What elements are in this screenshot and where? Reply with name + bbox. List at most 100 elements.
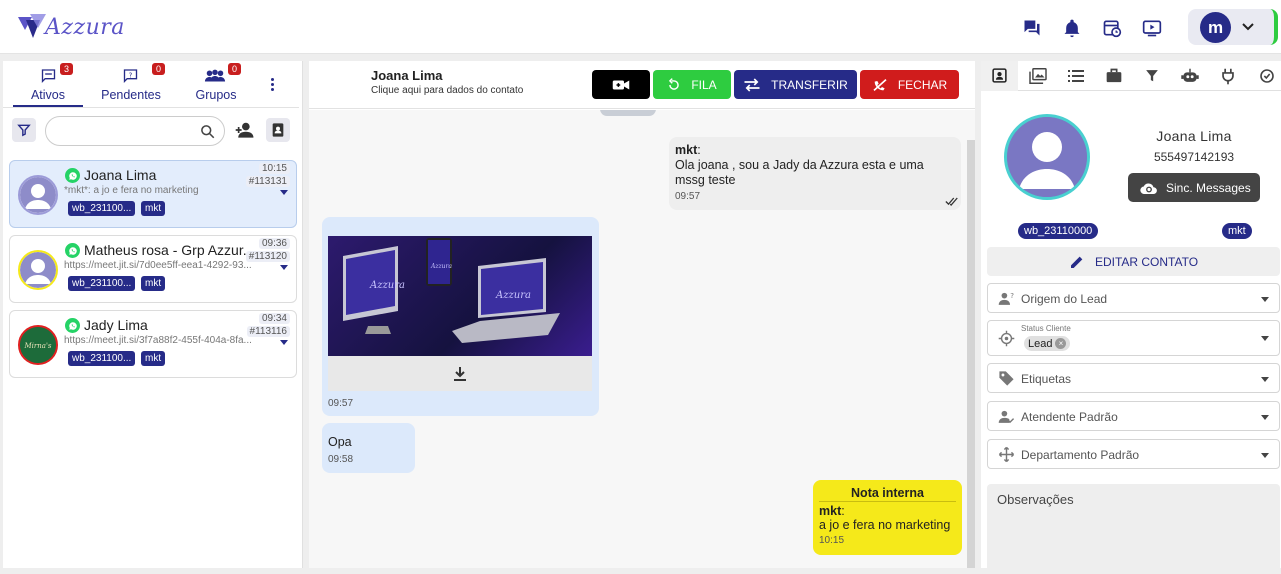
profile-menu[interactable]: m (1188, 9, 1278, 45)
tab-grupos[interactable]: 0 Grupos (183, 61, 249, 107)
tickets-panel: 3 Ativos ? 0 Pendentes 0 Grupos Joana Li… (3, 61, 303, 568)
message-text: Ola joana , sou a Jady da Azzura esta e … (675, 158, 924, 187)
connection-tag: wb_23110000 (1018, 223, 1099, 239)
filter-button[interactable] (12, 118, 36, 142)
ticket-item[interactable]: Matheus rosa - Grp Azzur... https://meet… (9, 235, 297, 303)
svg-text:Mirna's: Mirna's (24, 342, 52, 350)
cloud-sync-icon (1140, 183, 1157, 194)
queue-button[interactable]: FILA (653, 70, 731, 99)
contact-name: Joana Lima (1156, 128, 1232, 144)
search-field[interactable] (56, 122, 196, 140)
tab-media[interactable] (1019, 61, 1056, 91)
video-call-button[interactable] (592, 70, 650, 99)
avatar (18, 250, 58, 290)
queue-tag: mkt (141, 276, 166, 291)
tab-grupos-label: Grupos (195, 88, 237, 102)
person-question-icon: ? (998, 291, 1014, 305)
search-icon[interactable] (200, 124, 215, 139)
chevron-down-icon (1261, 336, 1269, 341)
svg-text:?: ? (1010, 291, 1014, 300)
tab-ativos-badge: 3 (60, 63, 74, 75)
tab-filter[interactable] (1133, 61, 1170, 91)
tab-integration[interactable] (1209, 61, 1246, 91)
contacts-book-button[interactable] (266, 118, 290, 142)
plug-icon (1222, 68, 1234, 85)
ticket-number: #113120 (245, 251, 290, 262)
chat-contact-name[interactable]: Joana Lima (371, 68, 443, 83)
brand-logo[interactable]: Azzura (16, 12, 125, 42)
search-input[interactable] (45, 116, 225, 146)
ticket-item[interactable]: Joana Lima *mkt*: a jo e fera no marketi… (9, 160, 297, 228)
contact-card-icon (992, 68, 1007, 83)
internal-note-bubble[interactable]: Nota interna mkt: a jo e fera no marketi… (813, 480, 962, 555)
brand-name: Azzura (45, 14, 125, 40)
tab-ativos[interactable]: 3 Ativos (13, 61, 83, 107)
close-icon[interactable]: × (1055, 338, 1067, 349)
chevron-down-icon (1261, 377, 1269, 382)
robot-icon (1181, 68, 1199, 82)
edit-contact-button[interactable]: EDITAR CONTATO (987, 247, 1280, 276)
tab-pendentes[interactable]: ? 0 Pendentes (95, 61, 167, 107)
sync-messages-button[interactable]: Sinc. Messages (1128, 173, 1260, 202)
labels-select[interactable]: Etiquetas (987, 363, 1280, 393)
expand-icon[interactable] (280, 265, 288, 270)
image-message[interactable]: Azzura Azzura Azzura 09:57 (322, 217, 599, 416)
tab-bot[interactable] (1171, 61, 1208, 91)
whatsapp-icon (65, 318, 80, 333)
message-bubble[interactable]: mkt: Ola joana , sou a Jady da Azzura es… (669, 137, 961, 210)
transfer-button[interactable]: TRANSFERIR (734, 70, 857, 99)
pencil-icon (1070, 256, 1083, 268)
message-bubble[interactable]: Opa 09:58 (322, 423, 415, 473)
ticket-number: #113131 (245, 176, 290, 187)
add-contact-button[interactable] (234, 121, 256, 139)
notes-section[interactable]: Observações (987, 484, 1280, 574)
more-options-icon[interactable] (271, 78, 275, 94)
image-thumbnail[interactable]: Azzura Azzura Azzura (328, 236, 592, 356)
note-title: Nota interna (819, 486, 956, 502)
image-gallery-icon (1029, 68, 1047, 84)
swap-icon (744, 77, 760, 92)
download-icon (454, 367, 466, 381)
ticket-time: 09:34 (258, 313, 290, 324)
message-time: 09:58 (328, 454, 354, 465)
chat-contact-subtitle[interactable]: Clique aqui para dados do contato (371, 85, 523, 96)
divider (3, 107, 299, 108)
contact-phone: 555497142193 (1153, 150, 1235, 164)
message-time: 09:57 (328, 398, 354, 409)
chevron-down-icon (1261, 453, 1269, 458)
ticket-time: 09:36 (258, 238, 290, 249)
expand-icon[interactable] (280, 190, 288, 195)
person-check-icon (998, 410, 1015, 424)
video-play-icon[interactable] (1142, 18, 1162, 38)
queue-tag: mkt (141, 351, 166, 366)
image-download-bar[interactable] (328, 356, 592, 391)
chat-header[interactable]: Joana Lima Clique aqui para dados do con… (309, 61, 975, 109)
tab-briefcase[interactable] (1095, 61, 1132, 91)
chat-icon[interactable] (1022, 18, 1042, 38)
status-chip[interactable]: Lead × (1024, 336, 1071, 351)
expand-icon[interactable] (280, 340, 288, 345)
transfer-button-label: TRANSFERIR (771, 77, 848, 92)
message-text: a jo e fera no marketing (819, 518, 951, 532)
schedule-icon[interactable] (1102, 18, 1122, 38)
bell-icon[interactable] (1062, 18, 1082, 38)
default-attendant-select[interactable]: Atendente Padrão (987, 401, 1280, 431)
status-select[interactable]: Status Cliente Lead × (987, 320, 1280, 356)
top-bar: Azzura m (0, 0, 1281, 54)
tab-ativos-label: Ativos (30, 88, 66, 102)
group-icon (204, 69, 226, 82)
scrollbar[interactable] (967, 140, 975, 568)
date-divider (600, 110, 656, 116)
logo-icon (18, 14, 46, 38)
read-receipt-icon (945, 197, 958, 206)
tab-contact[interactable] (981, 61, 1018, 91)
tab-sync[interactable] (1247, 61, 1281, 91)
close-ticket-button[interactable]: FECHAR (860, 70, 959, 99)
lead-origin-select[interactable]: ? Origem do Lead (987, 283, 1280, 313)
default-department-select[interactable]: Departamento Padrão (987, 439, 1280, 469)
avatar: m (1200, 12, 1231, 43)
whatsapp-icon (65, 243, 80, 258)
tab-list[interactable] (1057, 61, 1094, 91)
person-add-icon (235, 122, 254, 138)
ticket-item[interactable]: Mirna's Jady Lima https://meet.jit.si/3f… (9, 310, 297, 378)
